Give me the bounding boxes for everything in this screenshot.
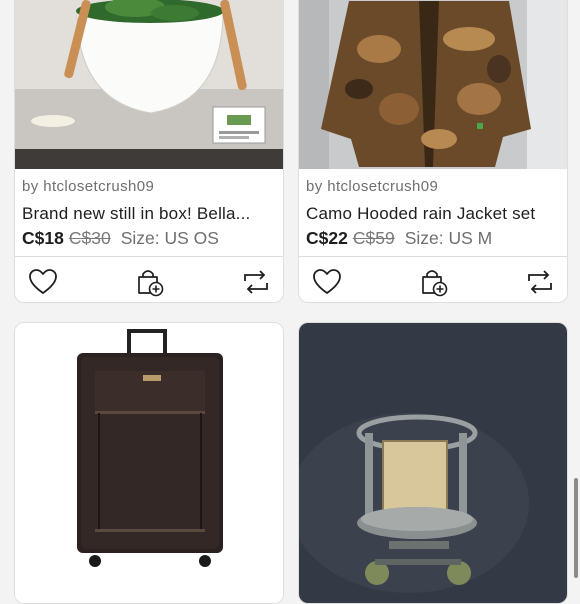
bundle-add-icon — [422, 270, 448, 297]
listing-image[interactable] — [299, 0, 567, 169]
listing-title[interactable]: Camo Hooded rain Jacket set — [306, 204, 535, 224]
share-repost-icon — [528, 270, 552, 294]
listing-card[interactable]: by htclosetcrush09 Camo Hooded rain Jack… — [298, 0, 568, 303]
bundle-button[interactable] — [133, 265, 167, 299]
original-price: C$30 — [68, 228, 111, 248]
listing-image[interactable] — [299, 323, 567, 603]
listing-price: C$18 — [22, 228, 64, 248]
listing-image[interactable] — [15, 323, 283, 603]
heart-icon — [313, 269, 341, 294]
bundle-button[interactable] — [417, 265, 451, 299]
listing-price-row: C$18 C$30 Size: US OS — [22, 228, 219, 249]
listing-title[interactable]: Brand new still in box! Bella... — [22, 204, 250, 224]
listing-card[interactable]: by htclosetcrush09 Brand new still in bo… — [14, 0, 284, 303]
like-button[interactable] — [26, 265, 60, 299]
divider — [299, 256, 567, 257]
listing-size: Size: US OS — [120, 228, 219, 248]
listing-actions — [299, 262, 567, 302]
share-repost-icon — [244, 270, 268, 294]
bundle-add-icon — [138, 270, 164, 297]
heart-icon — [29, 269, 57, 294]
listing-image[interactable] — [15, 0, 283, 169]
listing-price: C$22 — [306, 228, 348, 248]
original-price: C$59 — [352, 228, 395, 248]
share-button[interactable] — [239, 265, 273, 299]
listing-actions — [15, 262, 283, 302]
seller-username[interactable]: by htclosetcrush09 — [22, 178, 154, 195]
scrollbar[interactable] — [574, 478, 578, 578]
divider — [15, 256, 283, 257]
listing-price-row: C$22 C$59 Size: US M — [306, 228, 492, 249]
seller-username[interactable]: by htclosetcrush09 — [306, 178, 438, 195]
like-button[interactable] — [310, 265, 344, 299]
listing-size: Size: US M — [404, 228, 493, 248]
listing-card[interactable] — [14, 322, 284, 604]
share-button[interactable] — [523, 265, 557, 299]
listing-card[interactable] — [298, 322, 568, 604]
